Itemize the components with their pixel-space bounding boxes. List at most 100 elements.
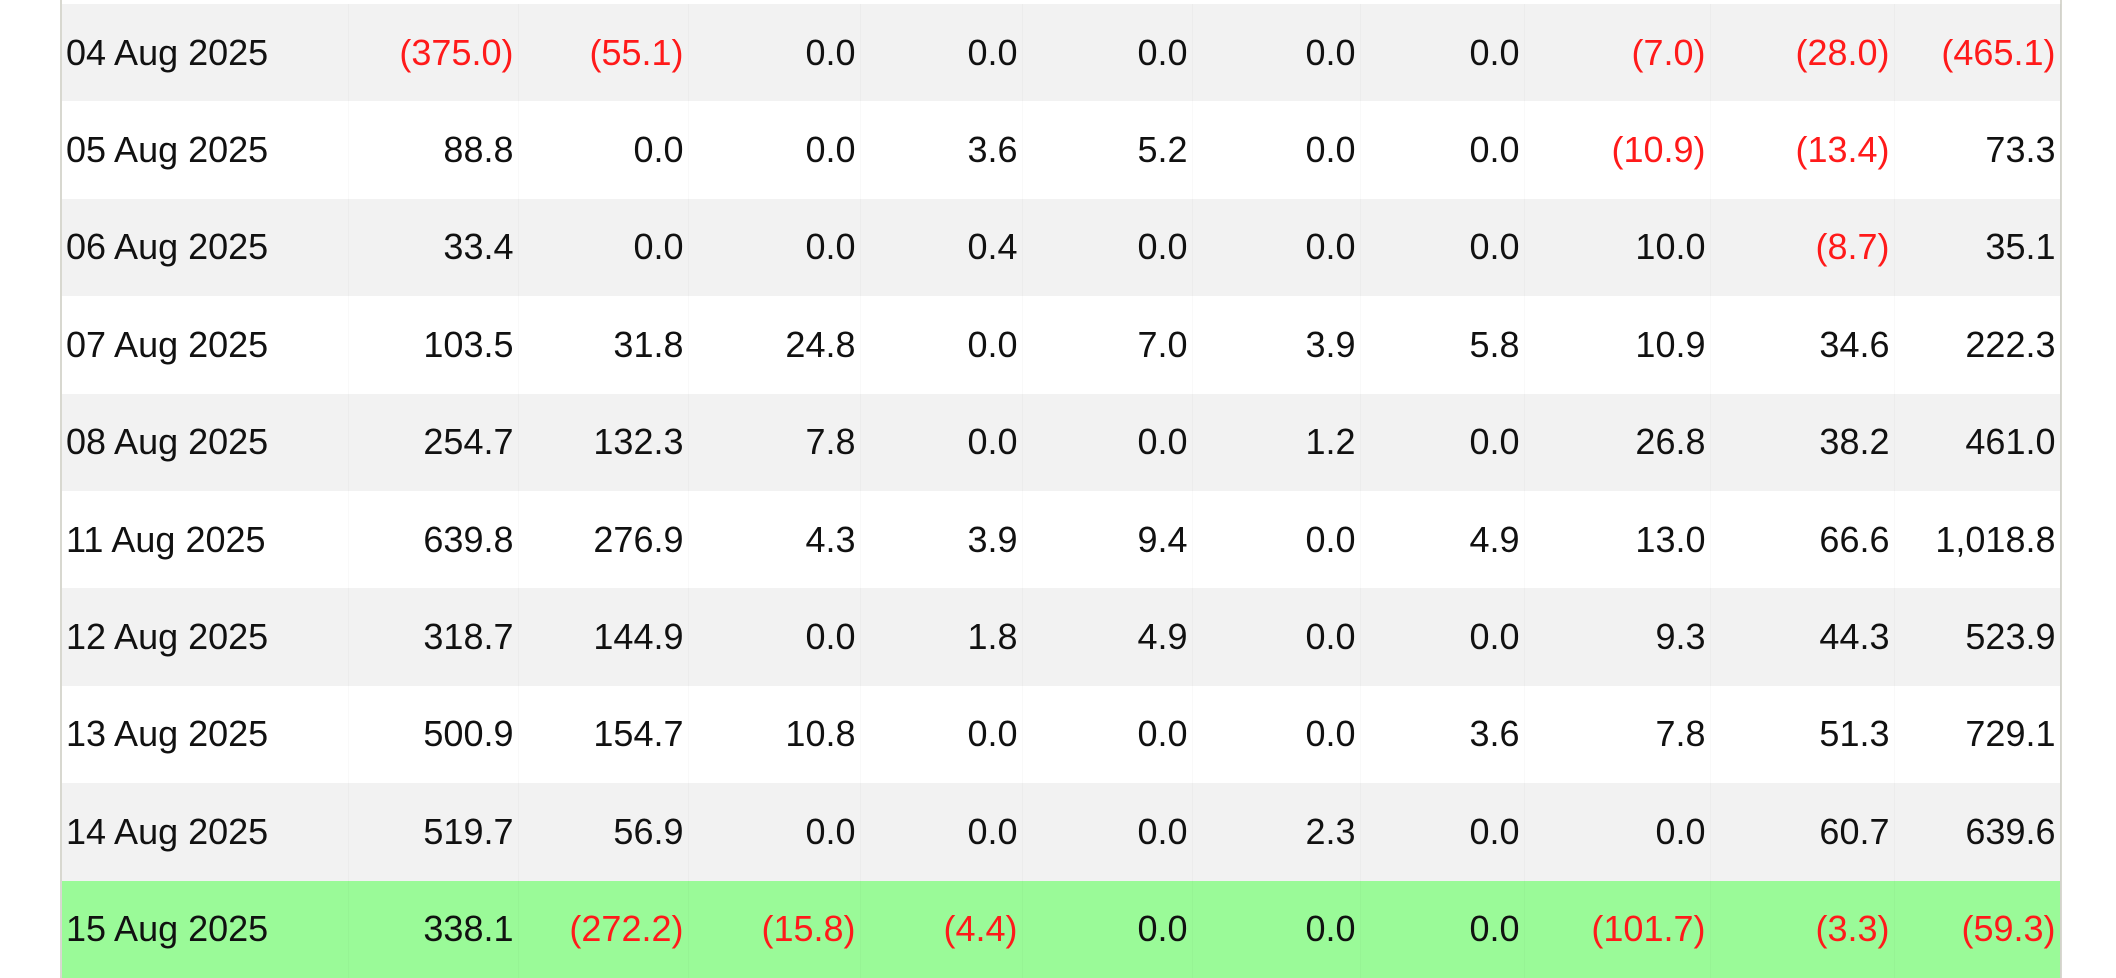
value-cell: 0.0 [1022, 393, 1192, 491]
value-cell: (8.7) [1710, 198, 1894, 297]
value-cell: 0.0 [688, 588, 860, 686]
table-row[interactable]: 06 Aug 2025 33.4 0.0 0.0 0.4 0.0 0.0 0.0 10.0 (8.… [62, 198, 2060, 297]
value-cell: 132.3 [518, 393, 688, 491]
value-cell: 56.9 [518, 783, 688, 881]
table-row[interactable]: 05 Aug 2025 88.8 0.0 0.0 3.6 5.2 0.0 0.0 (10.9)(… [62, 101, 2060, 199]
value-cell: 88.8 [348, 101, 518, 199]
value-cell: (3.3) [1710, 880, 1894, 978]
value-cell: 0.0 [1360, 588, 1524, 686]
value-cell: (7.0) [1524, 4, 1710, 102]
value-cell: 144.9 [518, 588, 688, 686]
value-cell: 10.9 [1524, 296, 1710, 394]
value-cell: 0.0 [860, 393, 1022, 491]
value-cell: 7.8 [688, 393, 860, 491]
date-cell: 04 Aug 2025 [62, 4, 348, 102]
table-row[interactable]: 08 Aug 2025 254.7 132.3 7.8 0.0 0.0 1.2 0.0 26.8… [62, 393, 2060, 491]
value-cell: 338.1 [348, 880, 518, 978]
value-cell: 2.3 [1192, 783, 1360, 881]
value-cell: 0.0 [1022, 198, 1192, 297]
value-cell: (59.3) [1894, 880, 2060, 978]
value-cell: 38.2 [1710, 393, 1894, 491]
value-cell: 0.0 [1192, 685, 1360, 784]
value-cell: 276.9 [518, 490, 688, 589]
value-cell: 3.6 [860, 101, 1022, 199]
value-cell: 0.0 [1022, 4, 1192, 102]
value-cell: 3.9 [1192, 296, 1360, 394]
date-cell: 14 Aug 2025 [62, 783, 348, 881]
value-cell: 13.0 [1524, 490, 1710, 589]
value-cell: 34.6 [1710, 296, 1894, 394]
value-cell: 0.0 [518, 101, 688, 199]
value-cell: 4.9 [1022, 588, 1192, 686]
value-cell: 500.9 [348, 685, 518, 784]
table-row[interactable]: 12 Aug 2025 318.7 144.9 0.0 1.8 4.9 0.0 0.0 9.3 4… [62, 588, 2060, 686]
value-cell: 24.8 [688, 296, 860, 394]
value-cell: (4.4) [860, 880, 1022, 978]
value-cell: (10.9) [1524, 101, 1710, 199]
value-cell: 254.7 [348, 393, 518, 491]
value-cell: 154.7 [518, 685, 688, 784]
date-cell: 13 Aug 2025 [62, 685, 348, 784]
value-cell: 0.0 [688, 783, 860, 881]
value-cell: 0.0 [1524, 783, 1710, 881]
value-cell: 1,018.8 [1894, 490, 2060, 589]
value-cell: 33.4 [348, 198, 518, 297]
value-cell: 9.3 [1524, 588, 1710, 686]
value-cell: 1.2 [1192, 393, 1360, 491]
table-frame: 04 Aug 2025 (375.0) (55.1) 0.0 0.0 0.0 0.0 0.0(… [60, 0, 2062, 978]
value-cell: 0.0 [860, 296, 1022, 394]
value-cell: 0.0 [1192, 101, 1360, 199]
value-cell: (13.4) [1710, 101, 1894, 199]
date-cell: 11 Aug 2025 [62, 490, 348, 589]
value-cell: 31.8 [518, 296, 688, 394]
value-cell: 0.0 [688, 101, 860, 199]
value-cell: 0.0 [1022, 880, 1192, 978]
value-cell: 4.9 [1360, 490, 1524, 589]
value-cell: (375.0) [348, 4, 518, 102]
table-row[interactable]: 04 Aug 2025 (375.0) (55.1) 0.0 0.0 0.0 0.0 0.0(… [62, 4, 2060, 102]
date-cell: 06 Aug 2025 [62, 198, 348, 297]
value-cell: 4.3 [688, 490, 860, 589]
value-cell: 7.0 [1022, 296, 1192, 394]
value-cell: 5.2 [1022, 101, 1192, 199]
value-cell: (465.1) [1894, 4, 2060, 102]
value-cell: 0.0 [1360, 880, 1524, 978]
date-cell: 12 Aug 2025 [62, 588, 348, 686]
table-row[interactable]: 13 Aug 2025 500.9 154.7 10.8 0.0 0.0 0.0 3.6 7.8… [62, 685, 2060, 784]
value-cell: 44.3 [1710, 588, 1894, 686]
value-cell: 10.8 [688, 685, 860, 784]
value-cell: 0.0 [860, 685, 1022, 784]
flow-table: 04 Aug 2025 (375.0) (55.1) 0.0 0.0 0.0 0.0 0.0(… [62, 4, 2061, 978]
value-cell: 0.0 [688, 4, 860, 102]
value-cell: 519.7 [348, 783, 518, 881]
value-cell: 461.0 [1894, 393, 2060, 491]
value-cell: 318.7 [348, 588, 518, 686]
value-cell: 26.8 [1524, 393, 1710, 491]
value-cell: 103.5 [348, 296, 518, 394]
table-row[interactable]: 11 Aug 2025 639.8 276.9 4.3 3.9 9.4 0.0 4.9 13.0… [62, 490, 2060, 589]
value-cell: 3.6 [1360, 685, 1524, 784]
date-cell: 15 Aug 2025 [62, 880, 348, 978]
value-cell: (28.0) [1710, 4, 1894, 102]
value-cell: 0.0 [1360, 783, 1524, 881]
value-cell: 639.8 [348, 490, 518, 589]
table-row[interactable]: 07 Aug 2025 103.5 31.8 24.8 0.0 7.0 3.9 5.8 10.9… [62, 296, 2060, 394]
value-cell: 7.8 [1524, 685, 1710, 784]
table-row[interactable]: 14 Aug 2025 519.7 56.9 0.0 0.0 0.0 2.3 0.0 0.0 60… [62, 783, 2060, 881]
value-cell: 73.3 [1894, 101, 2060, 199]
value-cell: 0.0 [1022, 783, 1192, 881]
value-cell: 0.4 [860, 198, 1022, 297]
value-cell: 60.7 [1710, 783, 1894, 881]
value-cell: 66.6 [1710, 490, 1894, 589]
value-cell: 10.0 [1524, 198, 1710, 297]
value-cell: 729.1 [1894, 685, 2060, 784]
value-cell: 5.8 [1360, 296, 1524, 394]
value-cell: (15.8) [688, 880, 860, 978]
value-cell: 51.3 [1710, 685, 1894, 784]
value-cell: 0.0 [1360, 4, 1524, 102]
table-row-highlighted[interactable]: 15 Aug 2025 338.1 (272.2) (15.8) (4.4) 0.0 0.0… [62, 880, 2060, 978]
table-body: 04 Aug 2025 (375.0) (55.1) 0.0 0.0 0.0 0.0 0.0(… [62, 4, 2060, 978]
date-cell: 08 Aug 2025 [62, 393, 348, 491]
value-cell: 0.0 [1360, 393, 1524, 491]
value-cell: 639.6 [1894, 783, 2060, 881]
